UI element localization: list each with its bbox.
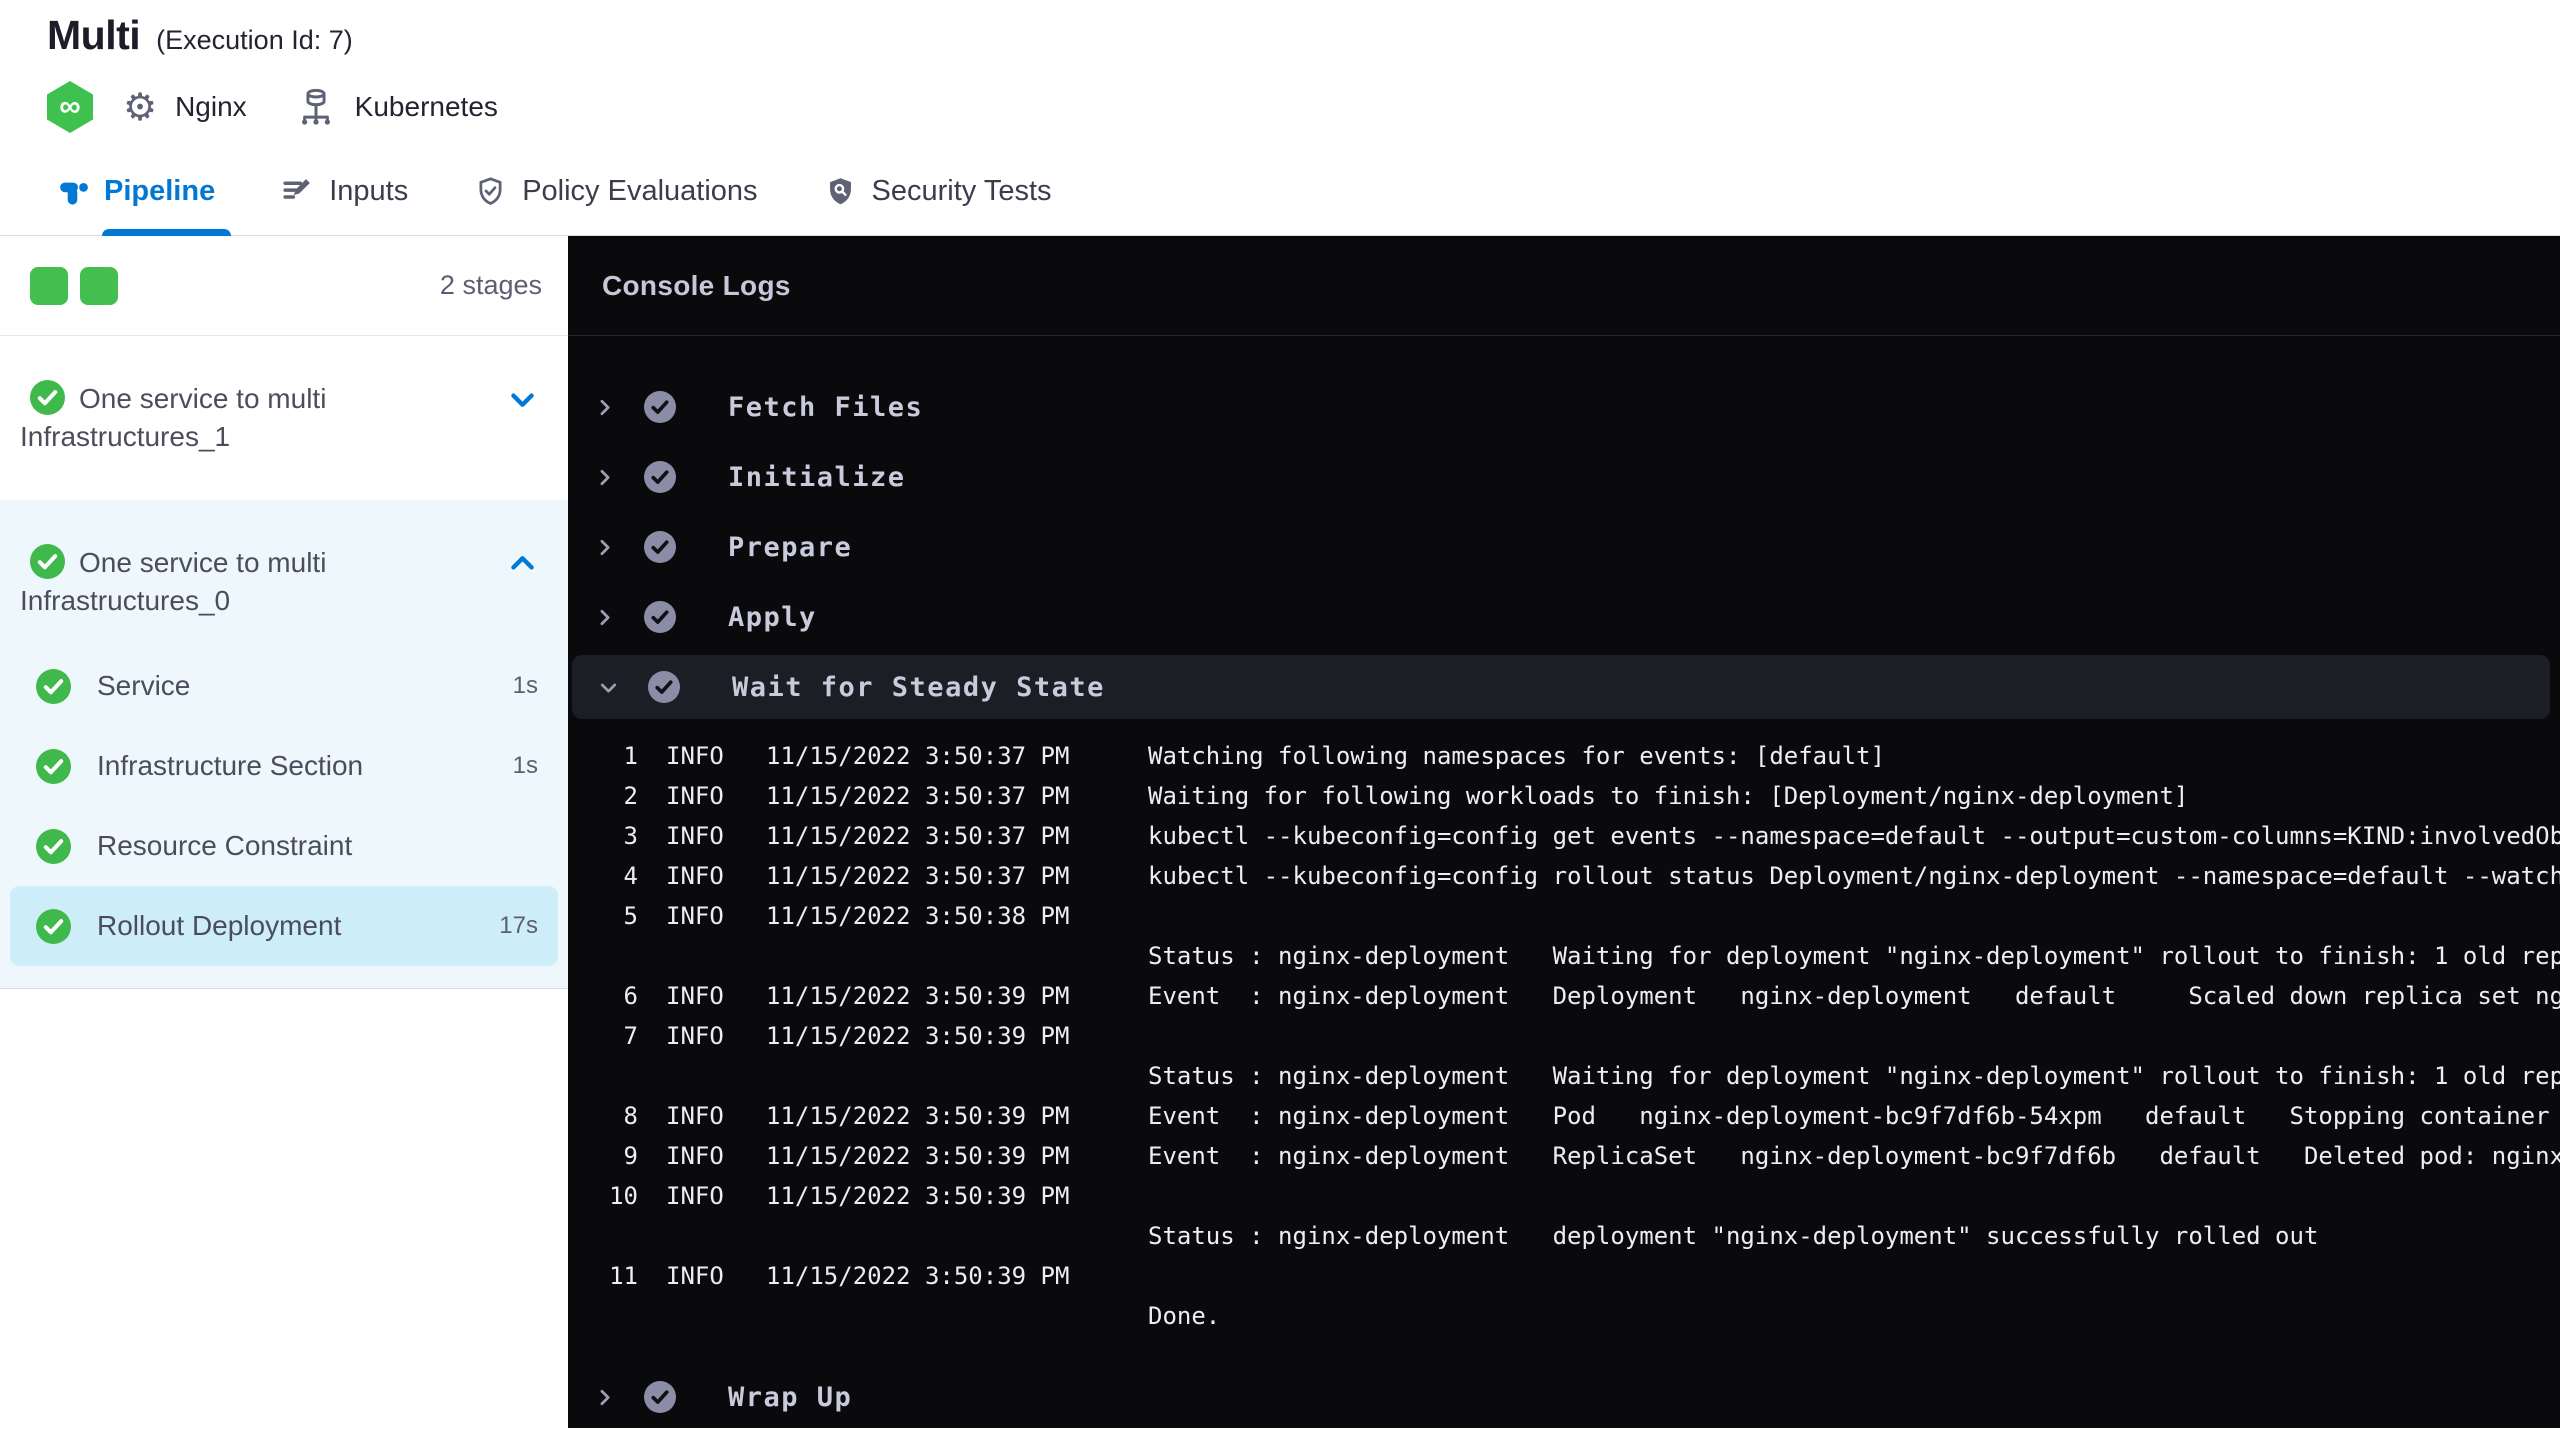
step-row-service[interactable]: Service 1s (10, 646, 558, 726)
chevron-right-icon[interactable] (592, 465, 617, 490)
step-label: Infrastructure Section (97, 750, 364, 781)
page-header: Multi (Execution Id: 7) ∞ ⚙ Nginx Kubern… (0, 0, 2560, 148)
log-section-wait-for-steady-state[interactable]: Wait for Steady State (572, 655, 2550, 719)
infrastructure-name: Kubernetes (354, 91, 498, 122)
step-label: Rollout Deployment (97, 910, 342, 941)
log-line: Done. (1148, 1302, 1221, 1330)
chevron-right-icon[interactable] (592, 1385, 617, 1410)
success-check-icon (36, 669, 71, 704)
chevron-right-icon[interactable] (592, 535, 617, 560)
success-check-icon (30, 380, 65, 415)
log-line: 6 INFO 11/15/2022 3:50:39 PM Event : nginx-… (623, 982, 2560, 1010)
chevron-down-icon[interactable] (596, 675, 621, 700)
service-infrastructure-row: ∞ ⚙ Nginx Kubernetes (47, 81, 2560, 133)
chevron-right-icon[interactable] (592, 605, 617, 630)
pipeline-execution-page: Multi (Execution Id: 7) ∞ ⚙ Nginx Kubern… (0, 0, 2560, 1440)
stage-row-infrastructures-1[interactable]: One service to multi Infrastructures_1 (0, 336, 568, 500)
log-line: 5 INFO 11/15/2022 3:50:38 PM (623, 902, 1070, 930)
log-section-label: Apply (728, 601, 817, 633)
log-section-apply[interactable]: Apply (568, 582, 2560, 652)
console-logs-body: Fetch Files Initialize Prepare Apply Wai… (568, 336, 2560, 1428)
log-line: 4 INFO 11/15/2022 3:50:37 PM kubectl --kube… (623, 862, 2560, 890)
log-line: 9 INFO 11/15/2022 3:50:39 PM Event : nginx-… (623, 1142, 2560, 1170)
execution-tabbar: Pipeline Inputs Policy Evaluations Secur… (0, 148, 2560, 236)
tab-inputs[interactable]: Inputs (281, 148, 408, 235)
stage-summary-row: 2 stages (0, 236, 568, 336)
stage-label: One service to multi Infrastructures_1 (20, 380, 460, 456)
log-section-label: Fetch Files (728, 391, 924, 423)
success-check-icon (644, 531, 676, 563)
success-check-icon (644, 391, 676, 423)
log-section-wrap-up[interactable]: Wrap Up (568, 1362, 2560, 1428)
log-section-prepare[interactable]: Prepare (568, 512, 2560, 582)
policy-shield-icon (474, 175, 507, 208)
log-line: 11 INFO 11/15/2022 3:50:39 PM (609, 1262, 1070, 1290)
stage-status-square-2[interactable] (80, 266, 118, 305)
step-row-resource-constraint[interactable]: Resource Constraint (10, 806, 558, 886)
step-duration: 1s (512, 672, 538, 699)
step-duration: 1s (512, 752, 538, 779)
success-check-icon (36, 909, 71, 944)
tab-pipeline-label: Pipeline (104, 175, 216, 207)
log-line: 3 INFO 11/15/2022 3:50:37 PM kubectl --kube… (623, 822, 2560, 850)
step-duration: 17s (499, 912, 538, 939)
step-row-infrastructure-section[interactable]: Infrastructure Section 1s (10, 726, 558, 806)
stage-row-infrastructures-0[interactable]: One service to multi Infrastructures_0 (0, 500, 568, 646)
stage-status-square-1[interactable] (30, 266, 68, 305)
log-line: Status : nginx-deployment deployment "ng… (1148, 1222, 2319, 1250)
execution-id: (Execution Id: 7) (156, 25, 353, 55)
log-section-label: Wait for Steady State (732, 671, 1105, 703)
harness-cd-icon: ∞ (47, 81, 93, 133)
title-row: Multi (Execution Id: 7) (47, 12, 2560, 59)
tab-inputs-label: Inputs (329, 175, 409, 207)
security-shield-icon (824, 175, 857, 208)
log-line: 10 INFO 11/15/2022 3:50:39 PM (609, 1182, 1070, 1210)
service-name: Nginx (175, 91, 247, 122)
tab-security-tests-label: Security Tests (871, 175, 1052, 207)
console-logs-panel: Console Logs Fetch Files Initialize Prep… (568, 236, 2560, 1428)
page-title: Multi (47, 12, 141, 58)
expanded-stage-group: One service to multi Infrastructures_0 S… (0, 500, 568, 989)
log-line: Status : nginx-deployment Waiting for de… (1148, 942, 2560, 970)
tab-pipeline[interactable]: Pipeline (56, 148, 232, 236)
console-logs-title: Console Logs (568, 236, 2560, 336)
success-check-icon (648, 671, 680, 703)
log-section-label: Wrap Up (728, 1381, 853, 1413)
log-line: 1 INFO 11/15/2022 3:50:37 PM Watching follo… (623, 742, 1885, 770)
gear-icon: ⚙ (123, 85, 158, 129)
tab-security-tests[interactable]: Security Tests (824, 148, 1052, 235)
success-check-icon (644, 461, 676, 493)
step-label: Resource Constraint (97, 830, 353, 861)
log-line: 8 INFO 11/15/2022 3:50:39 PM Event : nginx-… (623, 1102, 2560, 1130)
log-section-initialize[interactable]: Initialize (568, 442, 2560, 512)
stage-count: 2 stages (439, 270, 542, 300)
log-section-label: Initialize (728, 461, 906, 493)
main-split: 2 stages One service to multi Infrastruc… (0, 236, 2560, 1428)
success-check-icon (644, 601, 676, 633)
tab-policy-evaluations-label: Policy Evaluations (522, 175, 758, 207)
success-check-icon (36, 749, 71, 784)
log-lines: 1 INFO 11/15/2022 3:50:37 PM Watching follo… (568, 722, 2560, 1344)
inputs-icon (281, 175, 314, 208)
success-check-icon (644, 1381, 676, 1413)
stages-sidebar: 2 stages One service to multi Infrastruc… (0, 236, 568, 1428)
log-line: Status : nginx-deployment Waiting for de… (1148, 1062, 2560, 1090)
chevron-right-icon[interactable] (592, 395, 617, 420)
log-line: 2 INFO 11/15/2022 3:50:37 PM Waiting for fo… (623, 782, 2189, 810)
chevron-down-icon[interactable] (507, 384, 538, 415)
chevron-up-icon[interactable] (507, 548, 538, 579)
pipeline-icon (56, 175, 89, 208)
tab-policy-evaluations[interactable]: Policy Evaluations (474, 148, 758, 235)
step-label: Service (97, 670, 191, 701)
log-line: 7 INFO 11/15/2022 3:50:39 PM (623, 1022, 1070, 1050)
log-section-fetch-files[interactable]: Fetch Files (568, 372, 2560, 442)
step-row-rollout-deployment[interactable]: Rollout Deployment 17s (10, 886, 558, 966)
kubernetes-icon (295, 86, 337, 128)
log-section-label: Prepare (728, 531, 853, 563)
success-check-icon (36, 829, 71, 864)
success-check-icon (30, 544, 65, 579)
stage-label: One service to multi Infrastructures_0 (20, 544, 460, 620)
